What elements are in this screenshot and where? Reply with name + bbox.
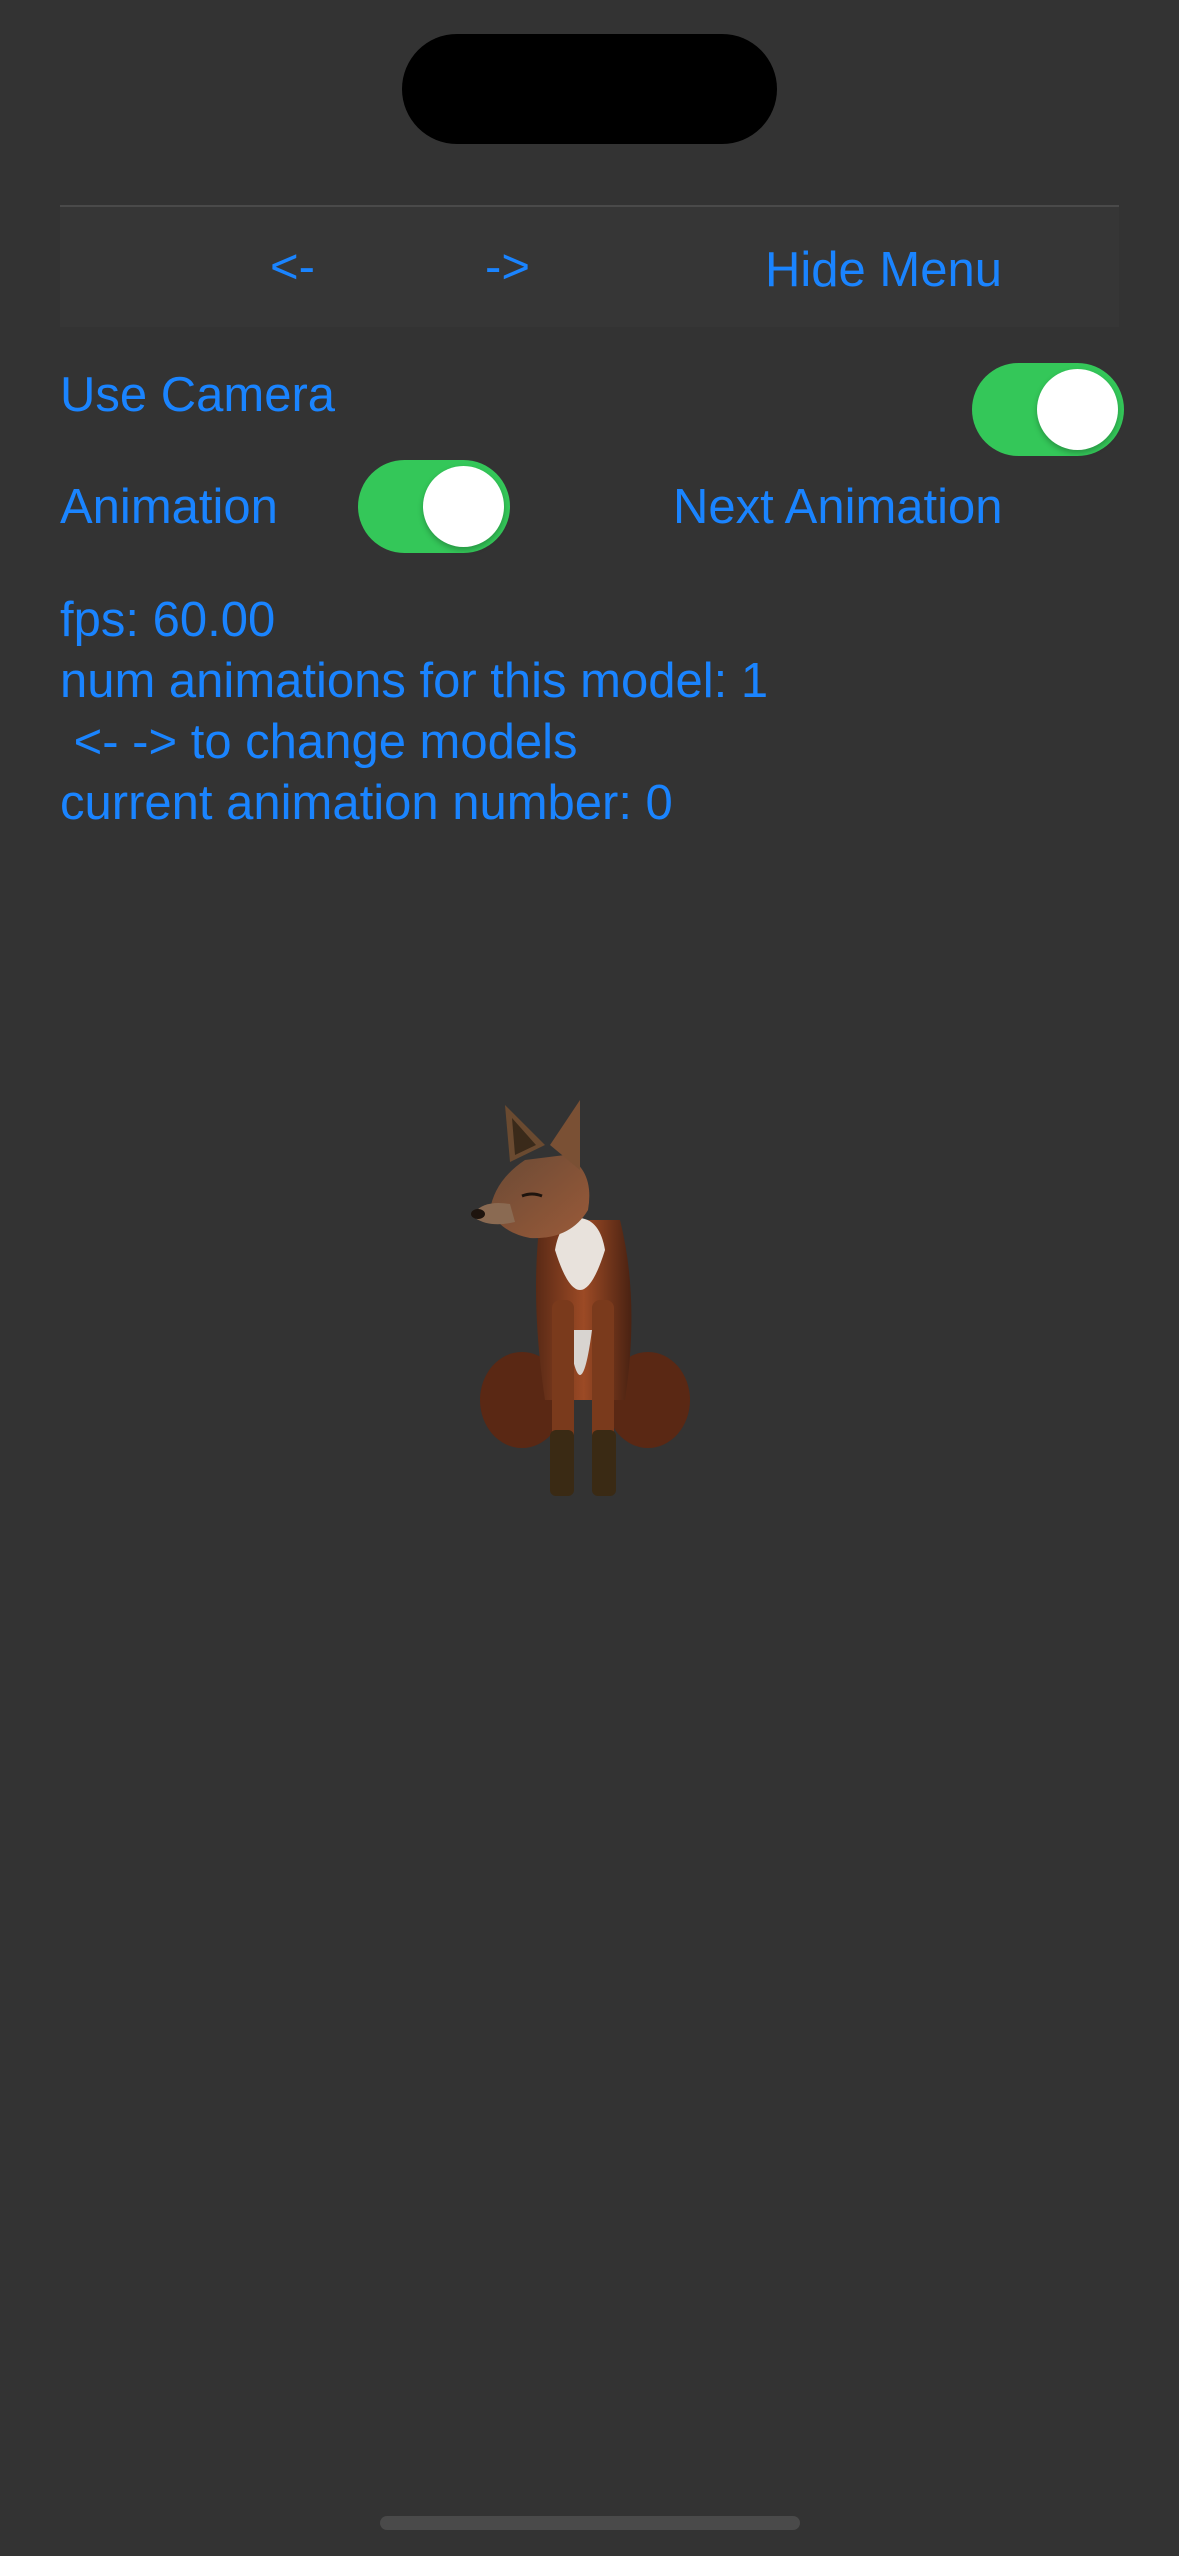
next-model-button[interactable]: -> — [485, 237, 530, 297]
change-models-hint: <- -> to change models — [60, 715, 578, 769]
app-screen: <- -> Hide Menu Use Camera Animation Nex… — [0, 0, 1179, 2556]
num-animations-text: num animations for this model: 1 — [60, 654, 769, 708]
fps-readout: fps: 60.00 — [60, 593, 276, 647]
use-camera-toggle[interactable] — [972, 363, 1124, 456]
toggle-knob — [423, 466, 504, 547]
dynamic-island — [402, 34, 777, 144]
hide-menu-button[interactable]: Hide Menu — [765, 240, 1002, 300]
prev-model-button[interactable]: <- — [270, 237, 315, 297]
toolbar: <- -> Hide Menu — [60, 205, 1119, 327]
use-camera-label: Use Camera — [60, 368, 336, 422]
animation-toggle[interactable] — [358, 460, 510, 553]
home-indicator[interactable] — [380, 2516, 800, 2530]
animation-label: Animation — [60, 480, 278, 534]
fox-model-icon — [471, 1100, 690, 1496]
toggle-knob — [1037, 369, 1118, 450]
current-animation-text: current animation number: 0 — [60, 776, 673, 830]
next-animation-button[interactable]: Next Animation — [673, 477, 1003, 537]
3d-viewport[interactable] — [0, 850, 1179, 2450]
